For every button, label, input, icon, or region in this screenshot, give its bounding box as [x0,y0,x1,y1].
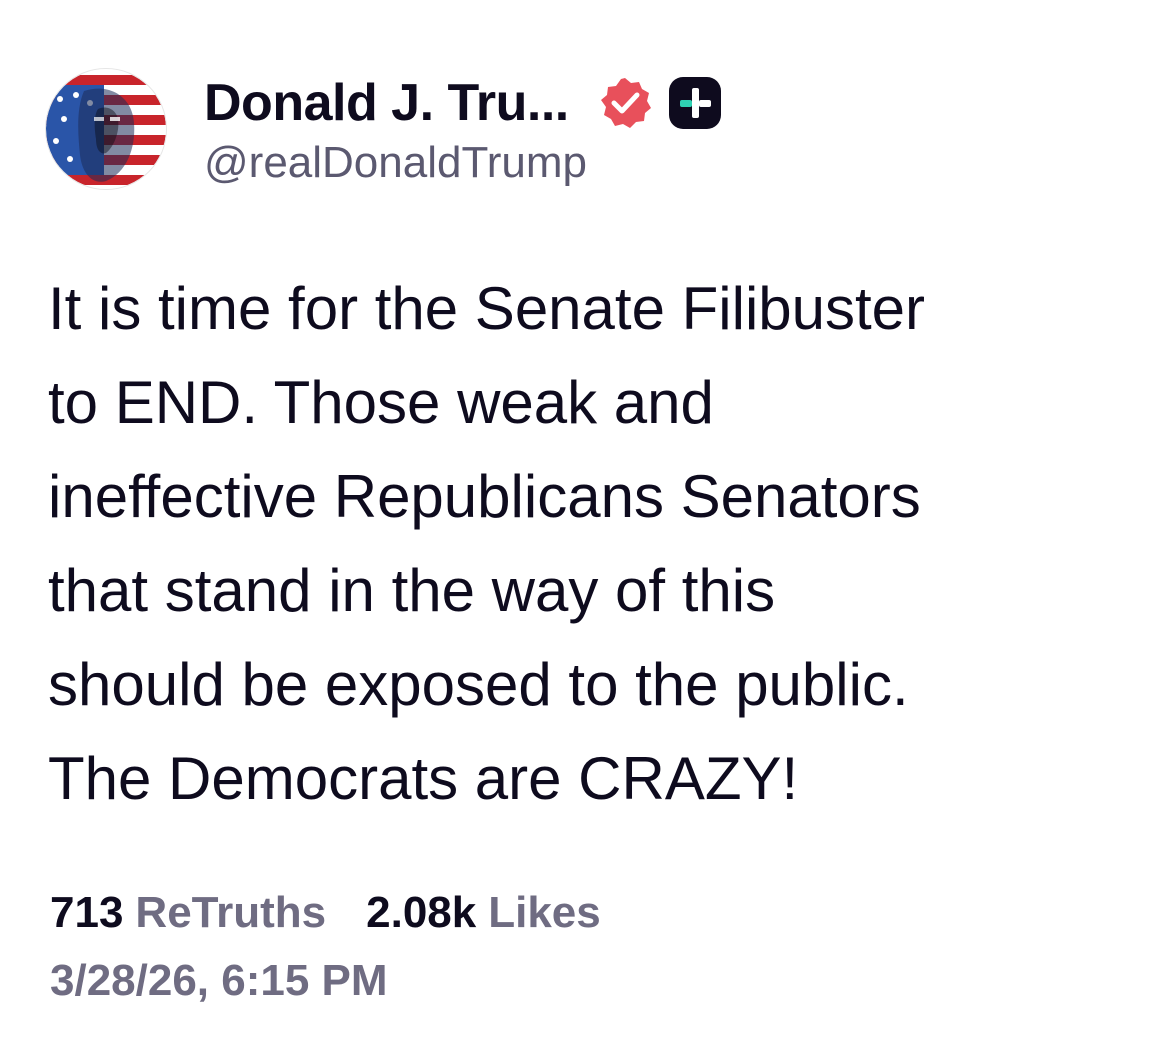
post-header: Donald J. Tru... @realDonaldTrump [46,68,723,190]
likes-stat[interactable]: 2.08k Likes [366,888,601,938]
author-names: Donald J. Tru... @realDonaldTrump [204,70,723,188]
likes-count: 2.08k [366,888,477,937]
flag-portrait-avatar-icon [46,69,166,189]
retruths-count: 713 [50,888,124,937]
verified-badge-icon [600,78,651,128]
retruths-label: ReTruths [135,888,327,937]
post-text-line: It is time for the Senate Filibuster [48,275,926,342]
post-text-line: to END. Those weak and [48,369,714,436]
likes-label: Likes [488,888,601,937]
post-text-line: ineffective Republicans Senators [48,463,921,530]
post-text: It is time for the Senate Filibuster to … [48,262,1138,826]
plus-badge-icon [668,77,721,129]
avatar[interactable] [46,69,166,189]
post-text-line: The Democrats are CRAZY! [48,745,799,812]
post-text-line: that stand in the way of this [48,557,776,624]
post-stats: 713 ReTruths 2.08k Likes [50,888,601,938]
post-text-line: should be exposed to the public. [48,651,909,718]
post-timestamp[interactable]: 3/28/26, 6:15 PM [50,956,388,1006]
post-card: Donald J. Tru... @realDonaldTrump It is … [0,0,1170,1054]
name-row: Donald J. Tru... [204,70,723,136]
author-handle[interactable]: @realDonaldTrump [204,138,723,188]
retruths-stat[interactable]: 713 ReTruths [50,888,326,938]
display-name[interactable]: Donald J. Tru... [204,73,569,133]
